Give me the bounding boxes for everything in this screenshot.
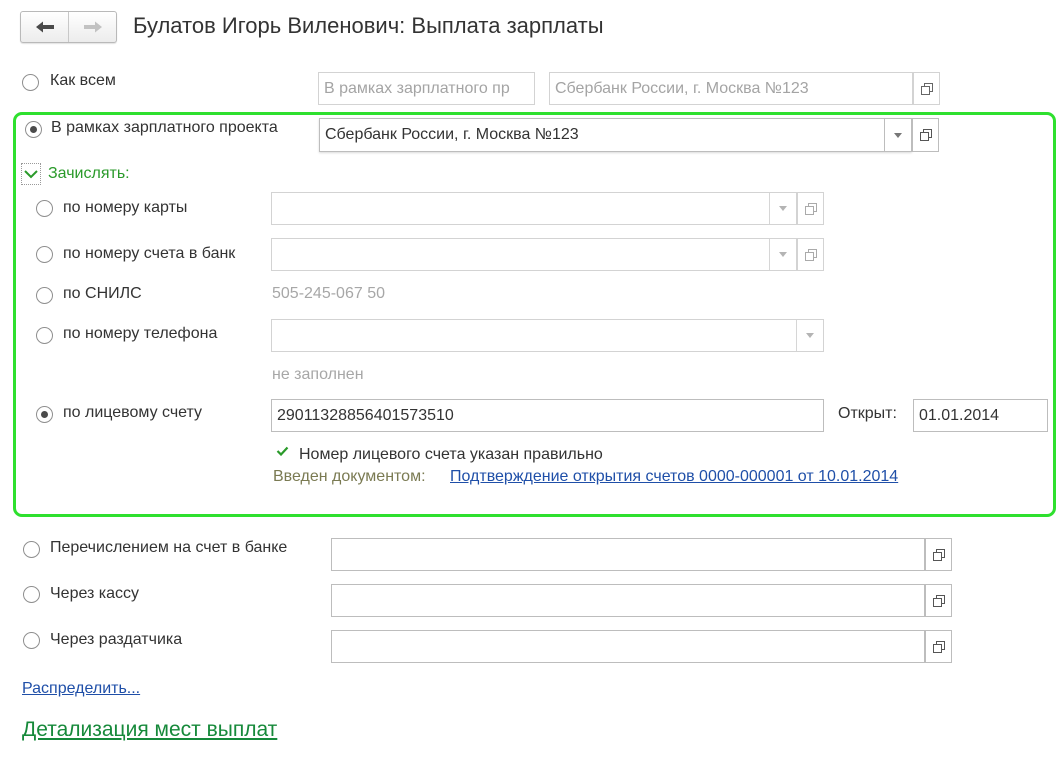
transfer-bank-label: Перечислением на счет в банке [50, 539, 288, 556]
cash-desk-open-button[interactable] [925, 584, 952, 617]
radio-card[interactable] [36, 200, 53, 217]
bank-account-select[interactable] [271, 238, 797, 271]
as-all-project-field: В рамках зарплатного пр [318, 72, 535, 105]
card-select[interactable] [271, 192, 797, 225]
card-open-button[interactable] [797, 192, 824, 225]
distributor-label: Через раздатчика [50, 631, 183, 648]
transfer-bank-open-button[interactable] [925, 538, 952, 571]
chevron-down-icon[interactable] [769, 193, 796, 224]
open-window-icon [932, 594, 945, 607]
distributor-input[interactable] [331, 630, 925, 663]
radio-salary-project[interactable] [25, 121, 42, 138]
personal-account-label: по лицевому счету [63, 404, 203, 421]
distribute-link[interactable]: Распределить... [22, 680, 140, 698]
check-icon [276, 446, 289, 456]
phone-select[interactable] [271, 319, 824, 352]
credit-header: Зачислять: [48, 165, 130, 182]
salary-project-open-button[interactable] [912, 118, 939, 152]
chevron-down-icon[interactable] [884, 119, 911, 151]
snils-label: по СНИЛС [63, 285, 142, 302]
as-all-open-button[interactable] [913, 72, 940, 105]
chevron-down-icon [24, 169, 38, 178]
radio-personal-account[interactable] [36, 406, 53, 423]
account-valid-message: Номер лицевого счета указан правильно [299, 446, 603, 463]
radio-distributor[interactable] [23, 632, 40, 649]
as-all-label: Как всем [50, 72, 116, 89]
arrow-right-icon [83, 21, 102, 33]
open-window-icon [919, 129, 932, 141]
as-all-bank-field: Сбербанк России, г. Москва №123 [549, 72, 913, 105]
page-title: Булатов Игорь Виленович: Выплата зарплат… [133, 13, 604, 38]
chevron-down-icon[interactable] [796, 320, 823, 351]
bank-account-label: по номеру счета в банк [63, 245, 236, 262]
back-button[interactable] [21, 12, 69, 42]
open-window-icon [920, 82, 933, 95]
payment-places-details-link[interactable]: Детализация мест выплат [22, 718, 277, 742]
snils-value: 505-245-067 50 [272, 285, 385, 302]
radio-as-all[interactable] [22, 74, 39, 91]
transfer-bank-input[interactable] [331, 538, 925, 571]
entered-by-label: Введен документом: [273, 468, 426, 485]
navigation-buttons [20, 11, 117, 43]
opened-date-input[interactable]: 01.01.2014 [913, 399, 1048, 432]
arrow-left-icon [35, 21, 54, 33]
phone-status: не заполнен [272, 366, 364, 383]
radio-phone[interactable] [36, 327, 53, 344]
credit-collapse-toggle[interactable] [21, 163, 41, 185]
phone-label: по номеру телефона [63, 325, 218, 342]
salary-project-select[interactable]: Сбербанк России, г. Москва №123 [319, 118, 912, 152]
distributor-open-button[interactable] [925, 630, 952, 663]
salary-project-label: В рамках зарплатного проекта [51, 119, 278, 136]
open-window-icon [932, 548, 945, 561]
open-window-icon [804, 248, 817, 261]
open-window-icon [804, 202, 817, 215]
radio-transfer-bank[interactable] [23, 541, 40, 558]
entered-by-document-link[interactable]: Подтверждение открытия счетов 0000-00000… [450, 468, 898, 486]
radio-cash-desk[interactable] [23, 586, 40, 603]
opened-label: Открыт: [838, 405, 897, 422]
chevron-down-icon[interactable] [769, 239, 796, 270]
open-window-icon [932, 640, 945, 653]
radio-snils[interactable] [36, 287, 53, 304]
forward-button[interactable] [69, 12, 116, 42]
cash-desk-label: Через кассу [50, 585, 140, 602]
personal-account-input[interactable]: 29011328856401573510 [271, 399, 824, 432]
radio-bank-account[interactable] [36, 246, 53, 263]
bank-account-open-button[interactable] [797, 238, 824, 271]
cash-desk-input[interactable] [331, 584, 925, 617]
card-label: по номеру карты [63, 199, 188, 216]
